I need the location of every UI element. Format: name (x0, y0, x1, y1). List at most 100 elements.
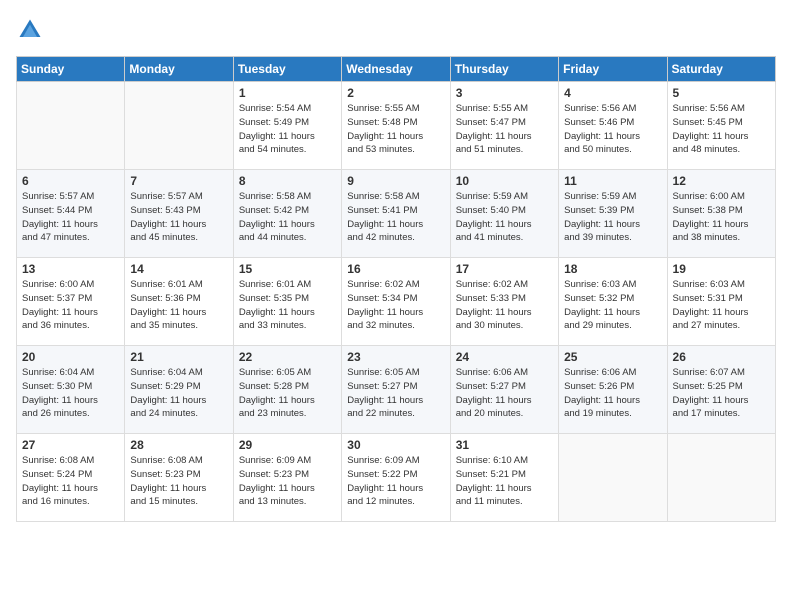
day-number: 11 (564, 174, 661, 188)
calendar-cell: 27 Sunrise: 6:08 AMSunset: 5:24 PMDayligh… (17, 434, 125, 522)
calendar-cell: 25 Sunrise: 6:06 AMSunset: 5:26 PMDayligh… (559, 346, 667, 434)
day-number: 27 (22, 438, 119, 452)
calendar-cell: 20 Sunrise: 6:04 AMSunset: 5:30 PMDayligh… (17, 346, 125, 434)
day-number: 12 (673, 174, 770, 188)
calendar-cell: 8 Sunrise: 5:58 AMSunset: 5:42 PMDaylight… (233, 170, 341, 258)
page-header (16, 16, 776, 44)
day-number: 6 (22, 174, 119, 188)
day-number: 3 (456, 86, 553, 100)
calendar-cell: 12 Sunrise: 6:00 AMSunset: 5:38 PMDayligh… (667, 170, 775, 258)
day-number: 19 (673, 262, 770, 276)
calendar-cell: 5 Sunrise: 5:56 AMSunset: 5:45 PMDaylight… (667, 82, 775, 170)
calendar-cell: 19 Sunrise: 6:03 AMSunset: 5:31 PMDayligh… (667, 258, 775, 346)
calendar-cell: 24 Sunrise: 6:06 AMSunset: 5:27 PMDayligh… (450, 346, 558, 434)
day-number: 30 (347, 438, 444, 452)
day-info: Sunrise: 6:06 AMSunset: 5:27 PMDaylight:… (456, 366, 553, 421)
calendar-cell: 11 Sunrise: 5:59 AMSunset: 5:39 PMDayligh… (559, 170, 667, 258)
logo (16, 16, 48, 44)
calendar-cell: 6 Sunrise: 5:57 AMSunset: 5:44 PMDaylight… (17, 170, 125, 258)
calendar-cell: 10 Sunrise: 5:59 AMSunset: 5:40 PMDayligh… (450, 170, 558, 258)
calendar-cell (559, 434, 667, 522)
day-number: 17 (456, 262, 553, 276)
day-number: 10 (456, 174, 553, 188)
weekday-header: Thursday (450, 57, 558, 82)
day-number: 4 (564, 86, 661, 100)
day-info: Sunrise: 5:59 AMSunset: 5:39 PMDaylight:… (564, 190, 661, 245)
day-info: Sunrise: 5:57 AMSunset: 5:44 PMDaylight:… (22, 190, 119, 245)
calendar-week-row: 1Sunrise: 5:54 AMSunset: 5:49 PMDaylight… (17, 82, 776, 170)
day-info: Sunrise: 6:04 AMSunset: 5:30 PMDaylight:… (22, 366, 119, 421)
day-info: Sunrise: 5:57 AMSunset: 5:43 PMDaylight:… (130, 190, 227, 245)
calendar-cell: 16 Sunrise: 6:02 AMSunset: 5:34 PMDayligh… (342, 258, 450, 346)
calendar-cell: 4Sunrise: 5:56 AMSunset: 5:46 PMDaylight… (559, 82, 667, 170)
calendar-cell: 23 Sunrise: 6:05 AMSunset: 5:27 PMDayligh… (342, 346, 450, 434)
day-number: 7 (130, 174, 227, 188)
day-number: 22 (239, 350, 336, 364)
day-info: Sunrise: 5:58 AMSunset: 5:41 PMDaylight:… (347, 190, 444, 245)
calendar-cell: 28Sunrise: 6:08 AMSunset: 5:23 PMDayligh… (125, 434, 233, 522)
day-info: Sunrise: 6:02 AMSunset: 5:33 PMDaylight:… (456, 278, 553, 333)
day-number: 25 (564, 350, 661, 364)
day-number: 31 (456, 438, 553, 452)
calendar-cell: 2Sunrise: 5:55 AMSunset: 5:48 PMDaylight… (342, 82, 450, 170)
calendar-cell: 14 Sunrise: 6:01 AMSunset: 5:36 PMDayligh… (125, 258, 233, 346)
calendar-cell: 31 Sunrise: 6:10 AMSunset: 5:21 PMDayligh… (450, 434, 558, 522)
day-info: Sunrise: 6:03 AMSunset: 5:32 PMDaylight:… (564, 278, 661, 333)
weekday-header: Wednesday (342, 57, 450, 82)
day-info: Sunrise: 5:58 AMSunset: 5:42 PMDaylight:… (239, 190, 336, 245)
calendar-cell: 15Sunrise: 6:01 AMSunset: 5:35 PMDayligh… (233, 258, 341, 346)
day-info: Sunrise: 6:08 AMSunset: 5:24 PMDaylight:… (22, 454, 119, 509)
calendar-cell: 30Sunrise: 6:09 AMSunset: 5:22 PMDayligh… (342, 434, 450, 522)
day-number: 18 (564, 262, 661, 276)
day-info: Sunrise: 5:55 AMSunset: 5:47 PMDaylight:… (456, 102, 553, 157)
weekday-header: Friday (559, 57, 667, 82)
calendar-cell: 26Sunrise: 6:07 AMSunset: 5:25 PMDayligh… (667, 346, 775, 434)
calendar-week-row: 27 Sunrise: 6:08 AMSunset: 5:24 PMDayligh… (17, 434, 776, 522)
weekday-header: Sunday (17, 57, 125, 82)
day-info: Sunrise: 5:56 AMSunset: 5:45 PMDaylight:… (673, 102, 770, 157)
day-number: 24 (456, 350, 553, 364)
day-info: Sunrise: 6:02 AMSunset: 5:34 PMDaylight:… (347, 278, 444, 333)
day-number: 23 (347, 350, 444, 364)
calendar-cell: 7 Sunrise: 5:57 AMSunset: 5:43 PMDaylight… (125, 170, 233, 258)
calendar-cell (17, 82, 125, 170)
calendar-cell: 3 Sunrise: 5:55 AMSunset: 5:47 PMDaylight… (450, 82, 558, 170)
day-number: 14 (130, 262, 227, 276)
calendar-cell: 21Sunrise: 6:04 AMSunset: 5:29 PMDayligh… (125, 346, 233, 434)
calendar-cell: 17 Sunrise: 6:02 AMSunset: 5:33 PMDayligh… (450, 258, 558, 346)
day-info: Sunrise: 6:04 AMSunset: 5:29 PMDaylight:… (130, 366, 227, 421)
day-info: Sunrise: 6:10 AMSunset: 5:21 PMDaylight:… (456, 454, 553, 509)
day-info: Sunrise: 6:06 AMSunset: 5:26 PMDaylight:… (564, 366, 661, 421)
day-number: 13 (22, 262, 119, 276)
calendar-cell (667, 434, 775, 522)
day-info: Sunrise: 6:00 AMSunset: 5:38 PMDaylight:… (673, 190, 770, 245)
day-number: 5 (673, 86, 770, 100)
day-number: 2 (347, 86, 444, 100)
day-info: Sunrise: 6:08 AMSunset: 5:23 PMDaylight:… (130, 454, 227, 509)
calendar-cell: 1Sunrise: 5:54 AMSunset: 5:49 PMDaylight… (233, 82, 341, 170)
day-number: 15 (239, 262, 336, 276)
day-info: Sunrise: 6:05 AMSunset: 5:27 PMDaylight:… (347, 366, 444, 421)
calendar-cell (125, 82, 233, 170)
calendar-week-row: 13 Sunrise: 6:00 AMSunset: 5:37 PMDayligh… (17, 258, 776, 346)
day-info: Sunrise: 6:07 AMSunset: 5:25 PMDaylight:… (673, 366, 770, 421)
day-number: 8 (239, 174, 336, 188)
calendar-cell: 13 Sunrise: 6:00 AMSunset: 5:37 PMDayligh… (17, 258, 125, 346)
calendar-cell: 22 Sunrise: 6:05 AMSunset: 5:28 PMDayligh… (233, 346, 341, 434)
day-info: Sunrise: 6:01 AMSunset: 5:36 PMDaylight:… (130, 278, 227, 333)
weekday-header: Saturday (667, 57, 775, 82)
day-info: Sunrise: 6:00 AMSunset: 5:37 PMDaylight:… (22, 278, 119, 333)
calendar-table: SundayMondayTuesdayWednesdayThursdayFrid… (16, 56, 776, 522)
calendar-week-row: 20 Sunrise: 6:04 AMSunset: 5:30 PMDayligh… (17, 346, 776, 434)
calendar-cell: 9Sunrise: 5:58 AMSunset: 5:41 PMDaylight… (342, 170, 450, 258)
day-info: Sunrise: 5:59 AMSunset: 5:40 PMDaylight:… (456, 190, 553, 245)
weekday-header-row: SundayMondayTuesdayWednesdayThursdayFrid… (17, 57, 776, 82)
weekday-header: Monday (125, 57, 233, 82)
day-number: 16 (347, 262, 444, 276)
day-number: 20 (22, 350, 119, 364)
calendar-week-row: 6 Sunrise: 5:57 AMSunset: 5:44 PMDaylight… (17, 170, 776, 258)
day-info: Sunrise: 6:03 AMSunset: 5:31 PMDaylight:… (673, 278, 770, 333)
day-info: Sunrise: 5:54 AMSunset: 5:49 PMDaylight:… (239, 102, 336, 157)
day-info: Sunrise: 6:05 AMSunset: 5:28 PMDaylight:… (239, 366, 336, 421)
calendar-cell: 18 Sunrise: 6:03 AMSunset: 5:32 PMDayligh… (559, 258, 667, 346)
